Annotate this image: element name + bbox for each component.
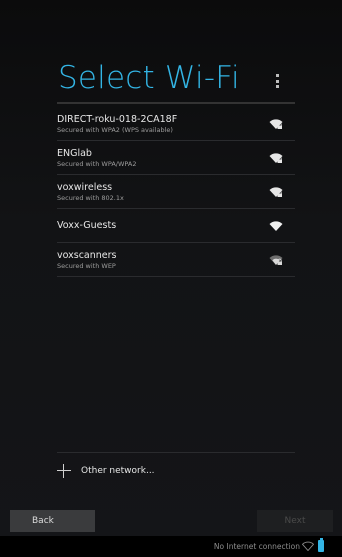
network-item-englab[interactable]: ENGlab Secured with WPA/WPA2: [57, 141, 295, 175]
network-security: Secured with 802.1x: [57, 193, 124, 202]
network-name: Voxx-Guests: [57, 220, 117, 231]
network-item-direct-roku[interactable]: DIRECT-roku-018-2CA18F Secured with WPA2…: [57, 107, 295, 141]
title-divider: [57, 102, 295, 104]
network-name: ENGlab: [57, 147, 92, 159]
network-item-voxx-guests[interactable]: Voxx-Guests: [57, 209, 295, 243]
network-security: Secured with WEP: [57, 261, 116, 270]
network-security: Secured with WPA2 (WPS available): [57, 125, 173, 134]
plus-icon: [57, 464, 71, 478]
network-name: voxscanners: [57, 249, 117, 261]
status-bar: No Internet connection: [0, 536, 342, 557]
wifi-locked-icon: [269, 187, 283, 197]
wifi-locked-weak-icon: [269, 255, 283, 265]
page-title: Select Wi-Fi: [58, 60, 240, 96]
other-network-label: Other network...: [81, 466, 155, 476]
wifi-locked-icon: [269, 119, 283, 129]
battery-icon: [318, 538, 324, 552]
other-network-button[interactable]: Other network...: [57, 462, 155, 480]
network-item-voxwireless[interactable]: voxwireless Secured with 802.1x: [57, 175, 295, 209]
network-list: DIRECT-roku-018-2CA18F Secured with WPA2…: [57, 107, 295, 277]
network-item-voxscanners[interactable]: voxscanners Secured with WEP: [57, 243, 295, 277]
wifi-locked-icon: [269, 153, 283, 163]
back-button[interactable]: Back: [10, 510, 95, 532]
wifi-outline-icon: [302, 541, 314, 551]
wifi-icon: [269, 221, 283, 231]
network-name: DIRECT-roku-018-2CA18F: [57, 113, 178, 125]
network-name: voxwireless: [57, 181, 113, 193]
other-network-divider: [57, 452, 295, 453]
network-security: Secured with WPA/WPA2: [57, 159, 137, 168]
next-button[interactable]: Next: [257, 510, 333, 532]
status-text: No Internet connection: [213, 542, 300, 551]
overflow-menu-icon[interactable]: [274, 74, 280, 88]
setup-panel: Select Wi-Fi DIRECT-roku-018-2CA18F Secu…: [0, 0, 342, 557]
